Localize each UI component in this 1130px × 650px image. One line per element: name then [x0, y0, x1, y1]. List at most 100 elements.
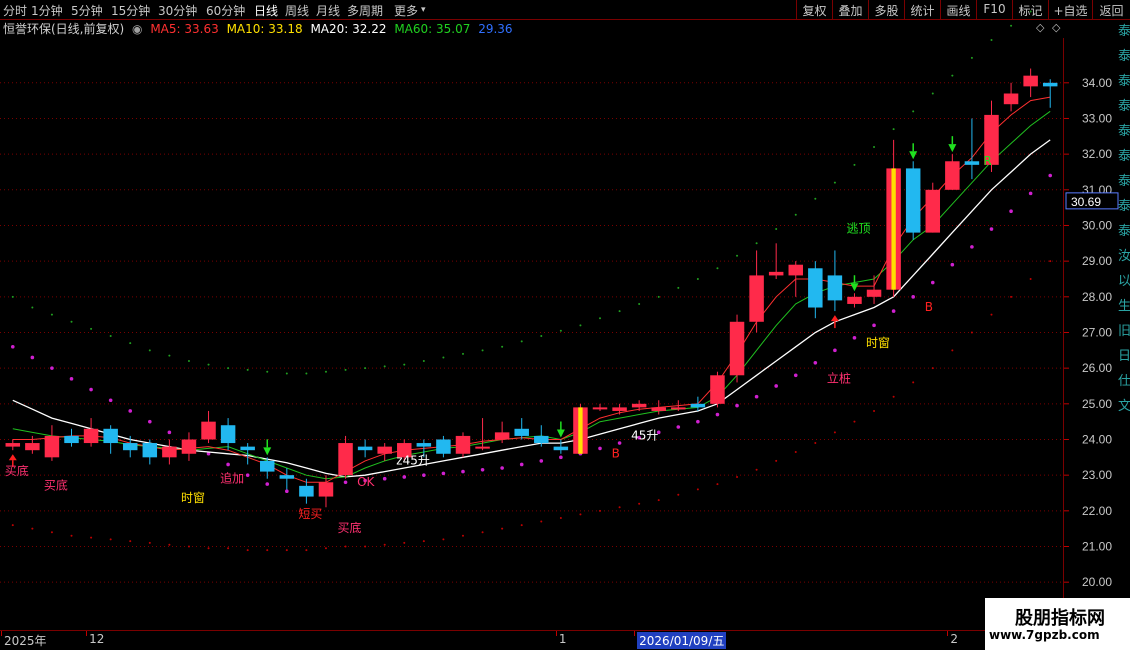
support-dot: [461, 534, 464, 537]
trail-dot: [265, 482, 270, 486]
trail-dot: [108, 398, 113, 403]
candle-body: [749, 275, 764, 322]
trail-dot: [1048, 173, 1053, 178]
trail-dot: [167, 430, 172, 435]
trail-dot: [89, 387, 93, 392]
trail-dot: [598, 446, 602, 451]
candle-body: [377, 446, 392, 454]
side-glyph: 旧: [1118, 324, 1130, 339]
trail-dot: [422, 473, 426, 477]
resistance-dot: [559, 329, 562, 332]
date-tick-mark: [555, 631, 557, 636]
candle-body: [592, 407, 608, 410]
candle-body: [866, 289, 882, 297]
resistance-dot: [501, 345, 504, 348]
candle-body: [220, 425, 236, 444]
candle-body: [690, 403, 706, 408]
support-dot: [344, 545, 347, 548]
candle-body: [925, 189, 941, 233]
trail-dot: [343, 480, 348, 485]
date-label-0: 2025年: [4, 634, 47, 648]
resistance-dot: [324, 370, 327, 373]
side-glyph: 泰: [1118, 74, 1130, 89]
resistance-dot: [266, 370, 269, 373]
support-dot: [912, 381, 915, 384]
support-dot: [481, 531, 484, 534]
candle-body: [44, 435, 60, 458]
resistance-dot: [246, 368, 249, 371]
side-glyph: 泰: [1118, 149, 1130, 164]
resistance-dot: [775, 228, 778, 231]
resistance-dot: [736, 254, 739, 257]
support-dot: [1049, 260, 1052, 263]
ma-red-line: [12, 96, 1051, 483]
trail-dot: [735, 403, 739, 408]
support-dot: [383, 543, 386, 546]
trail-dot: [30, 355, 35, 360]
date-label-4: 2: [950, 632, 958, 646]
support-dot: [207, 547, 210, 550]
candle-body: [122, 443, 138, 451]
support-dot: [403, 541, 406, 544]
candle-body: [1042, 82, 1058, 87]
candle-body: [651, 407, 666, 411]
up-arrow-icon: [830, 315, 839, 322]
support-dot: [148, 541, 151, 544]
support-dot: [833, 431, 836, 434]
trail-dot: [1009, 209, 1013, 214]
trail-dot: [989, 227, 994, 231]
date-tick-mark: [1, 631, 2, 636]
support-dot: [442, 538, 445, 541]
trail-dot: [970, 245, 974, 249]
trail-dot: [480, 468, 485, 472]
resistance-dot: [794, 213, 797, 216]
resistance-dot: [129, 342, 132, 345]
candle-body: [279, 475, 295, 479]
support-dot: [227, 547, 230, 550]
resistance-dot: [696, 277, 699, 280]
resistance-dot: [657, 295, 660, 298]
candle-body: [729, 321, 745, 376]
support-dot: [951, 349, 954, 352]
resistance-dot: [618, 310, 621, 313]
side-glyph: 仕: [1118, 374, 1130, 389]
signal-label: R: [983, 154, 991, 168]
down-arrow-icon: [556, 429, 565, 438]
trail-dot: [148, 419, 152, 424]
up-arrow-icon: [8, 454, 17, 461]
candlestick-chart[interactable]: 34.0033.0032.0031.0030.0029.0028.0027.00…: [0, 0, 1130, 650]
support-dot: [520, 524, 523, 527]
candle-body: [416, 443, 432, 447]
support-dot: [873, 409, 876, 412]
candle-body: [494, 432, 510, 440]
trail-dot: [676, 425, 681, 429]
resistance-dot: [187, 360, 190, 363]
support-dot: [305, 549, 308, 552]
trail-dot: [930, 280, 935, 285]
signal-label: B: [612, 446, 620, 460]
signal-label: 逃顶: [846, 222, 870, 236]
resistance-dot: [599, 317, 602, 320]
side-glyph: 泰: [1118, 99, 1130, 114]
trail-dot: [226, 462, 230, 467]
side-glyph: 日: [1118, 349, 1130, 364]
trail-dot: [559, 455, 563, 460]
candle-body: [103, 428, 118, 444]
resistance-dot: [638, 302, 641, 305]
candle-body: [847, 296, 862, 304]
resistance-dot: [755, 242, 758, 245]
trail-dot: [441, 471, 446, 476]
candle-body: [1003, 93, 1019, 105]
side-glyph: 泰: [1118, 224, 1130, 239]
resistance-dot: [677, 286, 680, 289]
brand-title: 股朋指标网: [1015, 608, 1105, 629]
resistance-dot: [970, 56, 973, 59]
date-axis: 2025年 12 1 2026/01/09/五 2: [0, 630, 1130, 650]
support-dot: [814, 442, 817, 445]
resistance-dot: [912, 110, 915, 113]
resistance-dot: [579, 324, 582, 327]
resistance-dot: [285, 372, 288, 375]
resistance-dot: [990, 39, 993, 41]
candle-body: [905, 168, 921, 233]
trail-dot: [813, 361, 818, 365]
